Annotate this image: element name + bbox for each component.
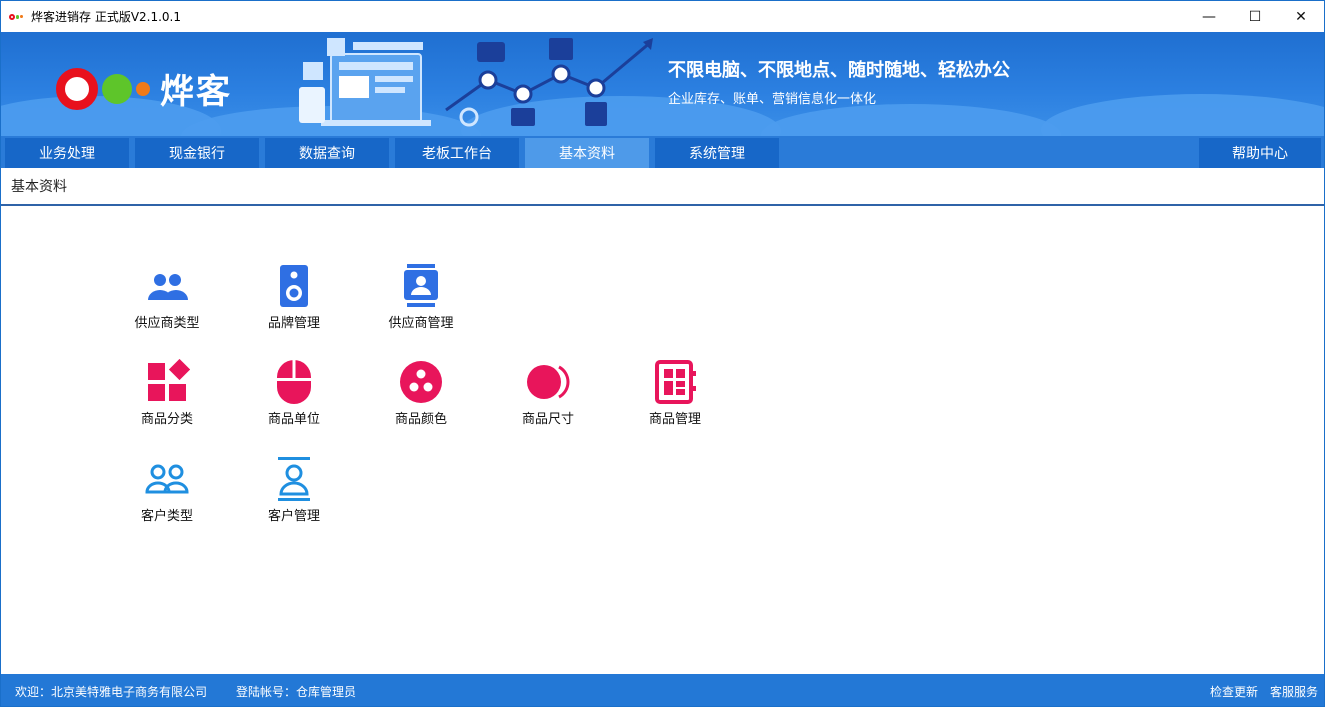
- main-nav: 业务处理 现金银行 数据查询 老板工作台 基本资料 系统管理 帮助中心: [1, 136, 1324, 168]
- app-logo-icon: [9, 12, 24, 22]
- help-center-button[interactable]: 帮助中心: [1199, 138, 1321, 168]
- module-product-unit[interactable]: 商品单位: [239, 359, 349, 427]
- tab-system-admin[interactable]: 系统管理: [655, 138, 779, 168]
- module-product-color[interactable]: 商品颜色: [366, 359, 476, 427]
- module-label: 商品尺寸: [521, 412, 574, 427]
- module-label: 商品颜色: [394, 412, 447, 427]
- logo-text: 烨客: [160, 72, 232, 112]
- customers-outline-icon: [145, 464, 189, 494]
- brand-logo: 烨客: [56, 64, 232, 113]
- module-label: 商品分类: [140, 412, 193, 427]
- window-controls: — ☐ ✕: [1186, 1, 1324, 32]
- color-palette-icon: [400, 361, 442, 403]
- tab-boss-workbench[interactable]: 老板工作台: [395, 138, 519, 168]
- check-update-link[interactable]: 检查更新: [1210, 683, 1258, 700]
- module-brand-management[interactable]: 品牌管理: [239, 263, 349, 331]
- module-label: 客户管理: [267, 509, 320, 524]
- app-window: 烨客进销存 正式版V2.1.0.1 — ☐ ✕ 烨客 不限电脑、不限地点、随时随…: [0, 0, 1325, 707]
- logo-orange-dot-icon: [136, 81, 150, 96]
- window-title: 烨客进销存 正式版V2.1.0.1: [31, 10, 182, 24]
- title-bar: 烨客进销存 正式版V2.1.0.1 — ☐ ✕: [1, 1, 1324, 32]
- module-label: 商品单位: [267, 412, 320, 427]
- maximize-button[interactable]: ☐: [1232, 1, 1278, 32]
- size-circle-icon: [527, 365, 570, 399]
- module-label: 供应商类型: [134, 316, 200, 331]
- logo-green-dot-icon: [102, 73, 132, 104]
- tab-basic-data[interactable]: 基本资料: [525, 138, 649, 168]
- customer-service-link[interactable]: 客服服务: [1270, 683, 1318, 700]
- module-label: 客户类型: [140, 509, 193, 524]
- speaker-icon: [280, 265, 308, 307]
- tab-data-query[interactable]: 数据查询: [265, 138, 389, 168]
- tab-business[interactable]: 业务处理: [5, 138, 129, 168]
- banner-illustration: [299, 38, 653, 127]
- module-supplier-management[interactable]: 供应商管理: [366, 263, 476, 331]
- customer-profile-icon: [278, 457, 310, 501]
- category-blocks-icon: [148, 359, 190, 401]
- tab-cash-bank[interactable]: 现金银行: [135, 138, 259, 168]
- status-bar: 欢迎：北京美特雅电子商务有限公司 登陆帐号：仓库管理员 检查更新 客服服务: [1, 674, 1324, 706]
- module-label: 供应商管理: [388, 316, 454, 331]
- mouse-icon: [277, 360, 311, 404]
- module-product-category[interactable]: 商品分类: [112, 359, 222, 427]
- welcome-text: 欢迎：北京美特雅电子商务有限公司: [15, 685, 208, 699]
- product-grid-icon: [655, 360, 696, 404]
- module-label: 商品管理: [648, 412, 701, 427]
- logo-red-dot-icon: [56, 67, 98, 110]
- minimize-button[interactable]: —: [1186, 1, 1232, 32]
- module-customer-type[interactable]: 客户类型: [112, 456, 222, 524]
- header-banner: 烨客 不限电脑、不限地点、随时随地、轻松办公 企业库存、账单、营销信息化一体化: [1, 32, 1324, 136]
- module-product-size[interactable]: 商品尺寸: [493, 359, 603, 427]
- users-group-icon: [148, 274, 188, 300]
- module-panel: 供应商类型 品牌管理 供应商管理 商品分类 商品单位 商品颜色 商品尺寸 商品管…: [1, 208, 1324, 674]
- module-product-management[interactable]: 商品管理: [620, 359, 730, 427]
- contact-card-icon: [404, 264, 438, 307]
- slogan-sub: 企业库存、账单、营销信息化一体化: [668, 92, 877, 107]
- breadcrumb: 基本资料: [1, 168, 1324, 206]
- module-supplier-type[interactable]: 供应商类型: [112, 263, 222, 331]
- close-button[interactable]: ✕: [1278, 1, 1324, 32]
- module-customer-management[interactable]: 客户管理: [239, 456, 349, 524]
- slogan-main: 不限电脑、不限地点、随时随地、轻松办公: [668, 60, 1010, 81]
- account-text: 登陆帐号：仓库管理员: [236, 685, 357, 699]
- banner-slogan: 不限电脑、不限地点、随时随地、轻松办公 企业库存、账单、营销信息化一体化: [668, 56, 1010, 107]
- module-label: 品牌管理: [267, 316, 320, 331]
